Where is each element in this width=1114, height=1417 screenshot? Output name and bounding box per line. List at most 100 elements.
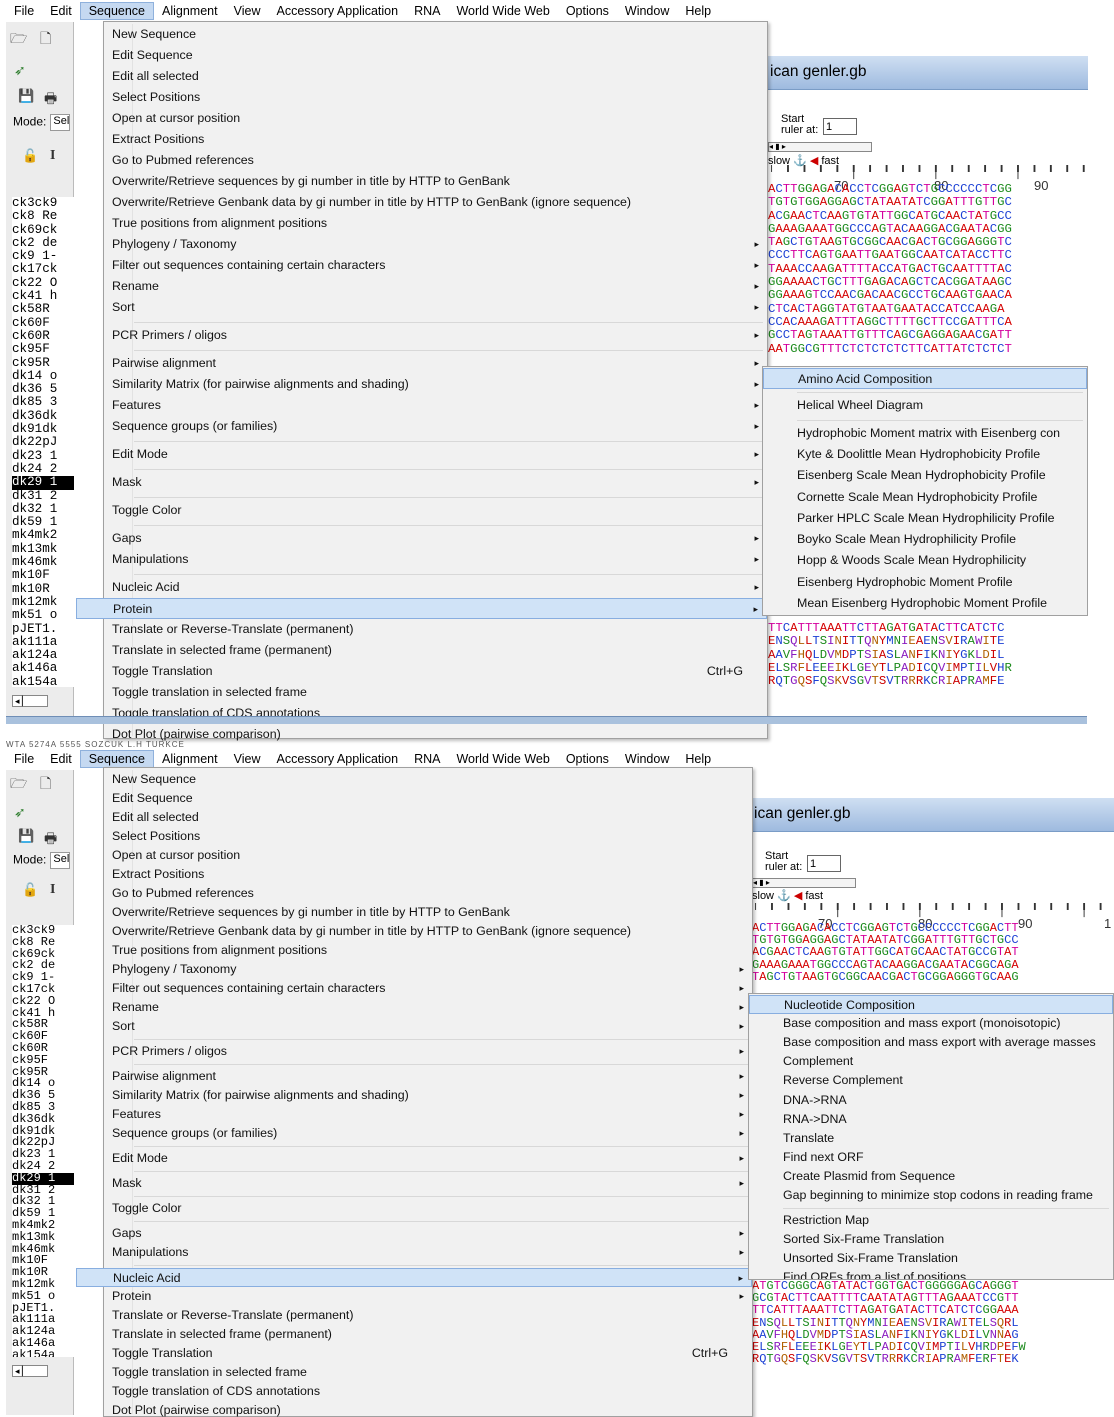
text-cursor-icon[interactable]: I <box>50 148 55 164</box>
alignment-translation-rows[interactable]: ATGTCGGGCAGTATACTGGTGACTGGGGGAGCAGGGT GCG… <box>752 1280 1114 1365</box>
sequence-name-row[interactable]: ck9 1- <box>12 249 74 263</box>
sequence-name-row[interactable]: mk4mk2 <box>12 529 74 543</box>
menu-accessory-application[interactable]: Accessory Application <box>268 750 406 768</box>
menu-item-label[interactable]: Similarity Matrix (for pairwise alignmen… <box>112 377 409 391</box>
sequence-row[interactable]: GGAAAACTGCTTTGAGACAGCTCACGGATAAGC <box>768 275 1088 289</box>
sequence-name-row[interactable]: ak124a <box>12 648 74 662</box>
menu-item-overwrite-retrieve-sequences-by-gi-number-in-title-by-http-to-genbank[interactable]: Overwrite/Retrieve sequences by gi numbe… <box>104 171 767 192</box>
menu-item-translate-in-selected-frame-permanent[interactable]: Translate in selected frame (permanent) <box>104 640 767 661</box>
submenu-item-label[interactable]: Boyko Scale Mean Hydrophilicity Profile <box>797 532 1016 546</box>
menu-item-toggle-translation[interactable]: Toggle Translation Ctrl+G <box>104 1344 752 1363</box>
submenu-item-label[interactable]: Translate <box>783 1131 834 1145</box>
menu-item-label[interactable]: Nucleic Acid <box>112 580 180 594</box>
menu-item-label[interactable]: Nucleic Acid <box>113 1271 181 1285</box>
menu-item-label[interactable]: Phylogeny / Taxonomy <box>112 237 236 251</box>
submenu-item-label[interactable]: Hopp & Woods Scale Mean Hydrophilicity <box>797 553 1026 567</box>
speed-control[interactable]: slow ⚓ ◀ fast <box>752 889 823 902</box>
menu-item-pairwise-alignment[interactable]: Pairwise alignment ▸ <box>104 353 767 374</box>
menu-item-label[interactable]: Filter out sequences containing certain … <box>112 258 385 272</box>
menu-item-toggle-translation[interactable]: Toggle Translation Ctrl+G <box>104 661 767 682</box>
menu-item-sequence-groups-or-families[interactable]: Sequence groups (or families) ▸ <box>104 416 767 437</box>
menu-item-label[interactable]: Open at cursor position <box>112 111 240 125</box>
sequence-name-row[interactable]: dk36 5 <box>12 382 74 396</box>
sequence-row[interactable]: TAAACCAAGATTTTACCATGACTGCAATTTTAC <box>768 262 1088 276</box>
menu-item-label[interactable]: Toggle Color <box>112 1201 182 1215</box>
menu-item-extract-positions[interactable]: Extract Positions <box>104 865 752 884</box>
sequence-row[interactable]: ACTTGGAGACACCTCGGAGTCTGCCCCCCTCGG <box>768 183 1088 196</box>
sequence-name-row[interactable]: dk14 o <box>12 369 74 383</box>
submenu-item-mean-eisenberg-hydrophobic-moment-profile[interactable]: Mean Eisenberg Hydrophobic Moment Profil… <box>763 593 1087 614</box>
submenu-item-label[interactable]: Complement <box>783 1054 853 1068</box>
menu-item-new-sequence[interactable]: New Sequence <box>104 770 752 789</box>
menu-item-label[interactable]: Extract Positions <box>112 132 204 146</box>
sequence-name-list[interactable]: ck3ck9 ck8 Re ck69ck ck2 de ck9 1- ck17ck ck22… <box>12 197 74 687</box>
menu-item-sort[interactable]: Sort ▸ <box>104 1017 752 1036</box>
submenu-item-label[interactable]: Reverse Complement <box>783 1073 903 1087</box>
menu-item-label[interactable]: Edit Sequence <box>112 48 193 62</box>
sequence-name-row[interactable]: dk24 2 <box>12 462 74 476</box>
submenu-item-hopp-woods-scale-mean-hydrophilicity[interactable]: Hopp & Woods Scale Mean Hydrophilicity <box>763 550 1087 571</box>
menu-item-label[interactable]: Edit all selected <box>112 69 199 83</box>
sequence-name-row[interactable]: dk31 2 <box>12 489 74 503</box>
submenu-item-label[interactable]: Find ORFs from a list of positions <box>783 1270 966 1279</box>
submenu-item-base-composition-and-mass-export-with-average-masses[interactable]: Base composition and mass export with av… <box>749 1033 1113 1052</box>
mode-select[interactable]: Sel <box>50 852 71 869</box>
submenu-item-label[interactable]: Eisenberg Scale Mean Hydrophobicity Prof… <box>797 468 1046 482</box>
sequence-row[interactable]: CCCTTCAGTGAATTGAATGGCAATCATACCTTC <box>768 249 1088 262</box>
submenu-item-cornette-scale-mean-hydrophobicity-profile[interactable]: Cornette Scale Mean Hydrophobicity Profi… <box>763 487 1087 508</box>
menu-item-label[interactable]: Toggle translation in selected frame <box>112 685 307 699</box>
menu-item-similarity-matrix-for-pairwise-alignments-and-shading[interactable]: Similarity Matrix (for pairwise alignmen… <box>104 1086 752 1105</box>
submenu-item-create-plasmid-from-sequence[interactable]: Create Plasmid from Sequence <box>749 1167 1113 1186</box>
start-ruler-input[interactable] <box>823 118 857 135</box>
menu-alignment[interactable]: Alignment <box>154 750 226 768</box>
submenu-panel[interactable]: Amino Acid Composition Helical Wheel Diag… <box>762 366 1088 616</box>
submenu-item-restriction-map[interactable]: Restriction Map <box>749 1211 1113 1230</box>
submenu-item-dna-rna[interactable]: DNA->RNA <box>749 1091 1113 1110</box>
submenu-item-boyko-scale-mean-hydrophilicity-profile[interactable]: Boyko Scale Mean Hydrophilicity Profile <box>763 529 1087 550</box>
menu-item-protein[interactable]: Protein ▸ <box>104 1287 752 1306</box>
menu-item-label[interactable]: Overwrite/Retrieve Genbank data by gi nu… <box>112 924 631 938</box>
submenu-item-label[interactable]: Kyte & Doolittle Mean Hydrophobicity Pro… <box>797 447 1040 461</box>
sequence-name-row[interactable]: ak154a <box>12 675 74 687</box>
submenu-item-label[interactable]: Cornette Scale Mean Hydrophobicity Profi… <box>797 490 1037 504</box>
sequence-name-row[interactable]: ck95R <box>12 356 74 370</box>
menu-item-label[interactable]: Dot Plot (pairwise comparison) <box>112 1403 281 1417</box>
menu-item-label[interactable]: Protein <box>113 602 152 616</box>
menu-rna[interactable]: RNA <box>406 2 448 20</box>
sequence-row[interactable]: RQTGQSFQSKVSGVTSVTRRRKCRIAPRAMFERFTEK <box>752 1353 1114 1365</box>
sequence-row[interactable]: AAVFHQLDVMDPTSIASLANFIKNIYGKLDIL <box>768 648 1088 662</box>
menu-item-overwrite-retrieve-genbank-data-by-gi-number-in-title-by-http-to-genbank-ignore-sequence[interactable]: Overwrite/Retrieve Genbank data by gi nu… <box>104 922 752 941</box>
menu-item-label[interactable]: Manipulations <box>112 1245 188 1259</box>
menu-item-sort[interactable]: Sort ▸ <box>104 297 767 318</box>
submenu-panel[interactable]: Nucleotide Composition Base composition a… <box>748 993 1114 1280</box>
menu-item-filter-out-sequences-containing-certain-characters[interactable]: Filter out sequences containing certain … <box>104 979 752 998</box>
menu-item-pairwise-alignment[interactable]: Pairwise alignment ▸ <box>104 1067 752 1086</box>
menu-sequence[interactable]: Sequence <box>79 2 155 20</box>
save-icon[interactable]: 💾 <box>18 88 34 104</box>
submenu-item-label[interactable]: Restriction Map <box>783 1213 869 1227</box>
menu-item-select-positions[interactable]: Select Positions <box>104 87 767 108</box>
menu-alignment[interactable]: Alignment <box>154 2 226 20</box>
alignment-translation-rows[interactable]: TTCATTTAAATTCTTAGATGATACTTCATCTC ENSQLLTS… <box>768 622 1088 688</box>
sequence-name-row[interactable]: mk10F <box>12 569 74 583</box>
submenu-item-reverse-complement[interactable]: Reverse Complement <box>749 1071 1113 1090</box>
sequence-name-row[interactable]: pJET1. <box>12 622 74 636</box>
menu-item-label[interactable]: Sequence groups (or families) <box>112 419 277 433</box>
menu-item-translate-or-reverse-translate-permanent[interactable]: Translate or Reverse-Translate (permanen… <box>104 619 767 640</box>
menu-item-label[interactable]: Overwrite/Retrieve sequences by gi numbe… <box>112 905 510 919</box>
sequence-name-row[interactable]: mk12mk <box>12 595 74 609</box>
sequence-row[interactable]: ENSQLLTSINITTQNYMNIEAENSVIRAWITE <box>768 635 1088 648</box>
menu-item-label[interactable]: Sort <box>112 300 135 314</box>
menu-item-label[interactable]: Protein <box>112 1289 151 1303</box>
menu-item-edit-all-selected[interactable]: Edit all selected <box>104 66 767 87</box>
menu-item-pcr-primers-oligos[interactable]: PCR Primers / oligos ▸ <box>104 1042 752 1061</box>
sequence-name-row[interactable]: ck2 de <box>12 236 74 250</box>
sequence-name-row[interactable]: ck60F <box>12 316 74 330</box>
menu-file[interactable]: File <box>6 750 42 768</box>
menu-item-rename[interactable]: Rename ▸ <box>104 998 752 1017</box>
submenu-item-nucleotide-composition[interactable]: Nucleotide Composition <box>749 995 1113 1015</box>
menu-item-toggle-color[interactable]: Toggle Color <box>104 1199 752 1218</box>
sequence-name-row[interactable]: mk51 o <box>12 608 74 622</box>
submenu-item-label[interactable]: Hydrophobic Moment matrix with Eisenberg… <box>797 426 1060 440</box>
menu-item-label[interactable]: Toggle Translation <box>112 1346 213 1360</box>
